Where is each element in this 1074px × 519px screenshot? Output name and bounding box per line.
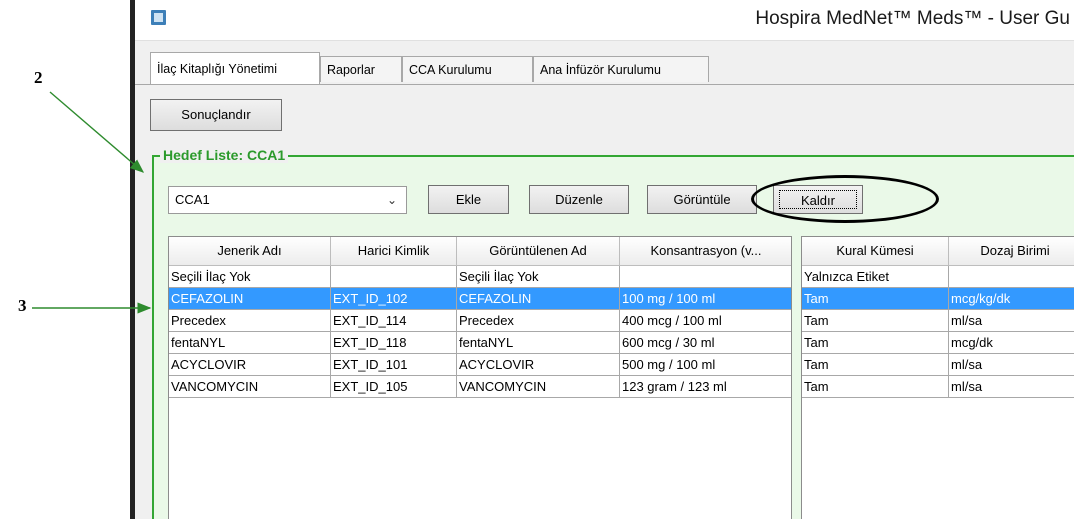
tab-drug-library-management[interactable]: İlaç Kitaplığı Yönetimi <box>150 52 320 84</box>
drug-table-cell[interactable]: Seçili İlaç Yok <box>457 266 620 288</box>
tab-strip: İlaç Kitaplığı Yönetimi Raporlar CCA Kur… <box>135 46 1074 85</box>
rule-table-cell[interactable]: Tam <box>802 376 949 398</box>
edit-button[interactable]: Düzenle <box>529 185 629 214</box>
target-list-title: Hedef Liste: CCA1 <box>160 147 289 163</box>
column-header-rule-set[interactable]: Kural Kümesi <box>802 237 949 266</box>
app-logo-icon <box>151 10 166 25</box>
window-title: Hospira MedNet™ Meds™ - User Gu <box>755 8 1070 29</box>
rule-table-cell[interactable]: Tam <box>802 354 949 376</box>
add-button[interactable]: Ekle <box>428 185 509 214</box>
drug-table-cell[interactable]: Seçili İlaç Yok <box>169 266 331 288</box>
callout-label-2: 2 <box>34 68 43 87</box>
drug-table-cell[interactable]: 400 mcg / 100 ml <box>620 310 791 332</box>
drug-table-cell[interactable]: fentaNYL <box>457 332 620 354</box>
cca-select-value: CCA1 <box>175 192 210 207</box>
drug-table-cell[interactable]: CEFAZOLIN <box>169 288 331 310</box>
rule-table-cell[interactable]: Tam <box>802 288 949 310</box>
drug-table-cell[interactable]: EXT_ID_101 <box>331 354 457 376</box>
drug-table-cell[interactable]: EXT_ID_114 <box>331 310 457 332</box>
drug-table-cell[interactable]: 500 mg / 100 ml <box>620 354 791 376</box>
drug-table-cell[interactable]: EXT_ID_102 <box>331 288 457 310</box>
drug-table-cell[interactable]: VANCOMYCIN <box>457 376 620 398</box>
drug-table-cell[interactable] <box>331 266 457 288</box>
drug-table-cell[interactable]: CEFAZOLIN <box>457 288 620 310</box>
rule-table-cell[interactable]: ml/sa <box>949 354 1074 376</box>
drug-table-cell[interactable]: ACYCLOVIR <box>457 354 620 376</box>
drug-table-cell[interactable]: fentaNYL <box>169 332 331 354</box>
app-window: Hospira MedNet™ Meds™ - User Gu İlaç Kit… <box>130 0 1074 519</box>
column-header-dosage-unit[interactable]: Dozaj Birimi <box>949 237 1074 266</box>
window-left-edge <box>130 0 135 519</box>
highlight-ellipse <box>751 175 939 223</box>
drug-table-cell[interactable] <box>620 266 791 288</box>
rule-table: Kural Kümesi Dozaj Birimi Yalnızca Etike… <box>801 236 1074 519</box>
rule-table-cell[interactable]: mcg/dk <box>949 332 1074 354</box>
rule-table-cell[interactable] <box>949 266 1074 288</box>
column-header-generic-name[interactable]: Jenerik Adı <box>169 237 331 266</box>
drug-table-cell[interactable]: Precedex <box>169 310 331 332</box>
drug-table-cell[interactable]: VANCOMYCIN <box>169 376 331 398</box>
rule-table-cell[interactable]: ml/sa <box>949 310 1074 332</box>
tab-cca-setup[interactable]: CCA Kurulumu <box>402 56 533 82</box>
cca-select[interactable]: CCA1 ⌄ <box>168 186 407 214</box>
rule-table-cell[interactable]: mcg/kg/dk <box>949 288 1074 310</box>
callout-label-3: 3 <box>18 296 27 315</box>
drug-table-cell[interactable]: 100 mg / 100 ml <box>620 288 791 310</box>
drug-table-cell[interactable]: ACYCLOVIR <box>169 354 331 376</box>
rule-table-cell[interactable]: Tam <box>802 332 949 354</box>
column-header-display-name[interactable]: Görüntülenen Ad <box>457 237 620 266</box>
rule-table-cell[interactable]: Tam <box>802 310 949 332</box>
rule-table-cell[interactable]: ml/sa <box>949 376 1074 398</box>
column-header-concentration[interactable]: Konsantrasyon (v... <box>620 237 791 266</box>
tab-main-infuser-setup[interactable]: Ana İnfüzör Kurulumu <box>533 56 709 82</box>
tab-reports[interactable]: Raporlar <box>320 56 402 82</box>
drug-table: Jenerik Adı Harici Kimlik Görüntülenen A… <box>168 236 792 519</box>
drug-table-cell[interactable]: 123 gram / 123 ml <box>620 376 791 398</box>
drug-table-cell[interactable]: 600 mcg / 30 ml <box>620 332 791 354</box>
drug-table-cell[interactable]: Precedex <box>457 310 620 332</box>
view-button[interactable]: Görüntüle <box>647 185 757 214</box>
column-header-external-id[interactable]: Harici Kimlik <box>331 237 457 266</box>
drug-table-cell[interactable]: EXT_ID_105 <box>331 376 457 398</box>
title-bar: Hospira MedNet™ Meds™ - User Gu <box>135 0 1074 41</box>
finalize-button[interactable]: Sonuçlandır <box>150 99 282 131</box>
chevron-down-icon[interactable]: ⌄ <box>387 187 397 213</box>
drug-table-cell[interactable]: EXT_ID_118 <box>331 332 457 354</box>
rule-table-cell[interactable]: Yalnızca Etiket <box>802 266 949 288</box>
